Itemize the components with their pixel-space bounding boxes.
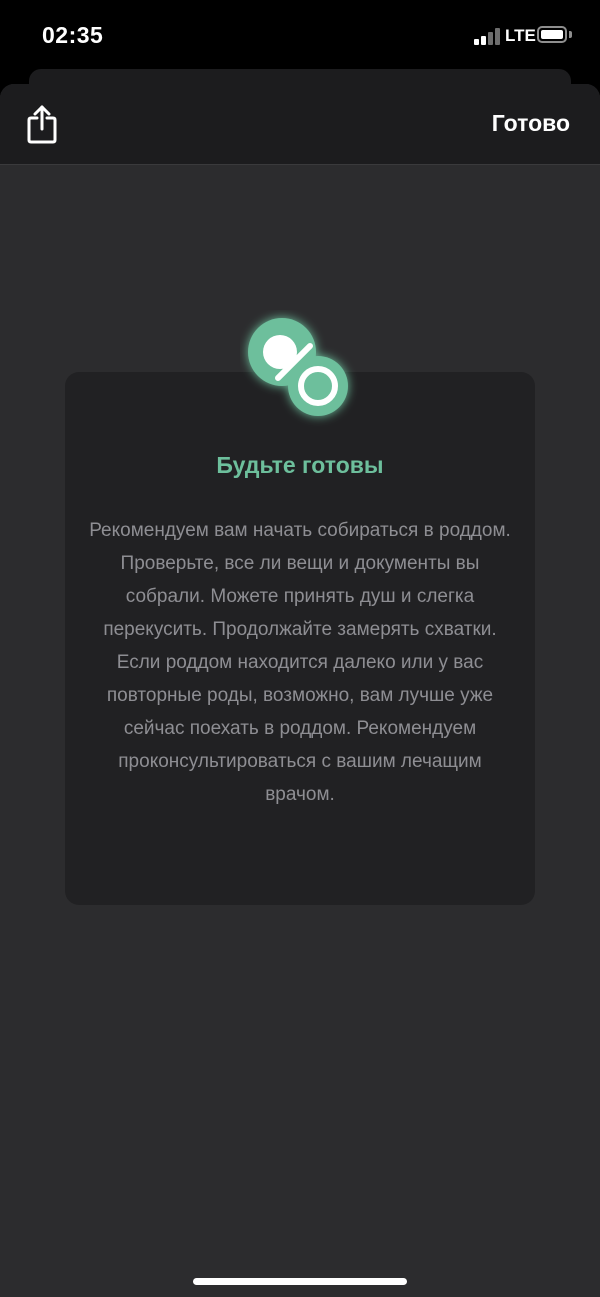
screen: 02:35 LTE Готово Будьте готовы Рекоменду… (0, 0, 600, 1297)
share-icon (27, 105, 57, 144)
status-time: 02:35 (42, 22, 104, 48)
done-button[interactable]: Готово (492, 110, 570, 137)
battery-cap (569, 31, 572, 38)
share-button[interactable] (24, 104, 64, 146)
card-title: Будьте готовы (216, 452, 384, 478)
sheet-header: Готово (0, 84, 600, 165)
status-bar: 02:35 LTE (0, 0, 600, 70)
modal-sheet: Готово Будьте готовы Рекомендуем вам нач… (0, 84, 600, 1297)
pacifier-icon (240, 310, 360, 430)
battery-icon (537, 26, 567, 43)
signal-icon (474, 27, 502, 45)
card-body-text: Рекомендуем вам начать собираться в родд… (89, 520, 511, 805)
network-type: LTE (505, 26, 536, 45)
home-indicator[interactable] (193, 1278, 407, 1285)
